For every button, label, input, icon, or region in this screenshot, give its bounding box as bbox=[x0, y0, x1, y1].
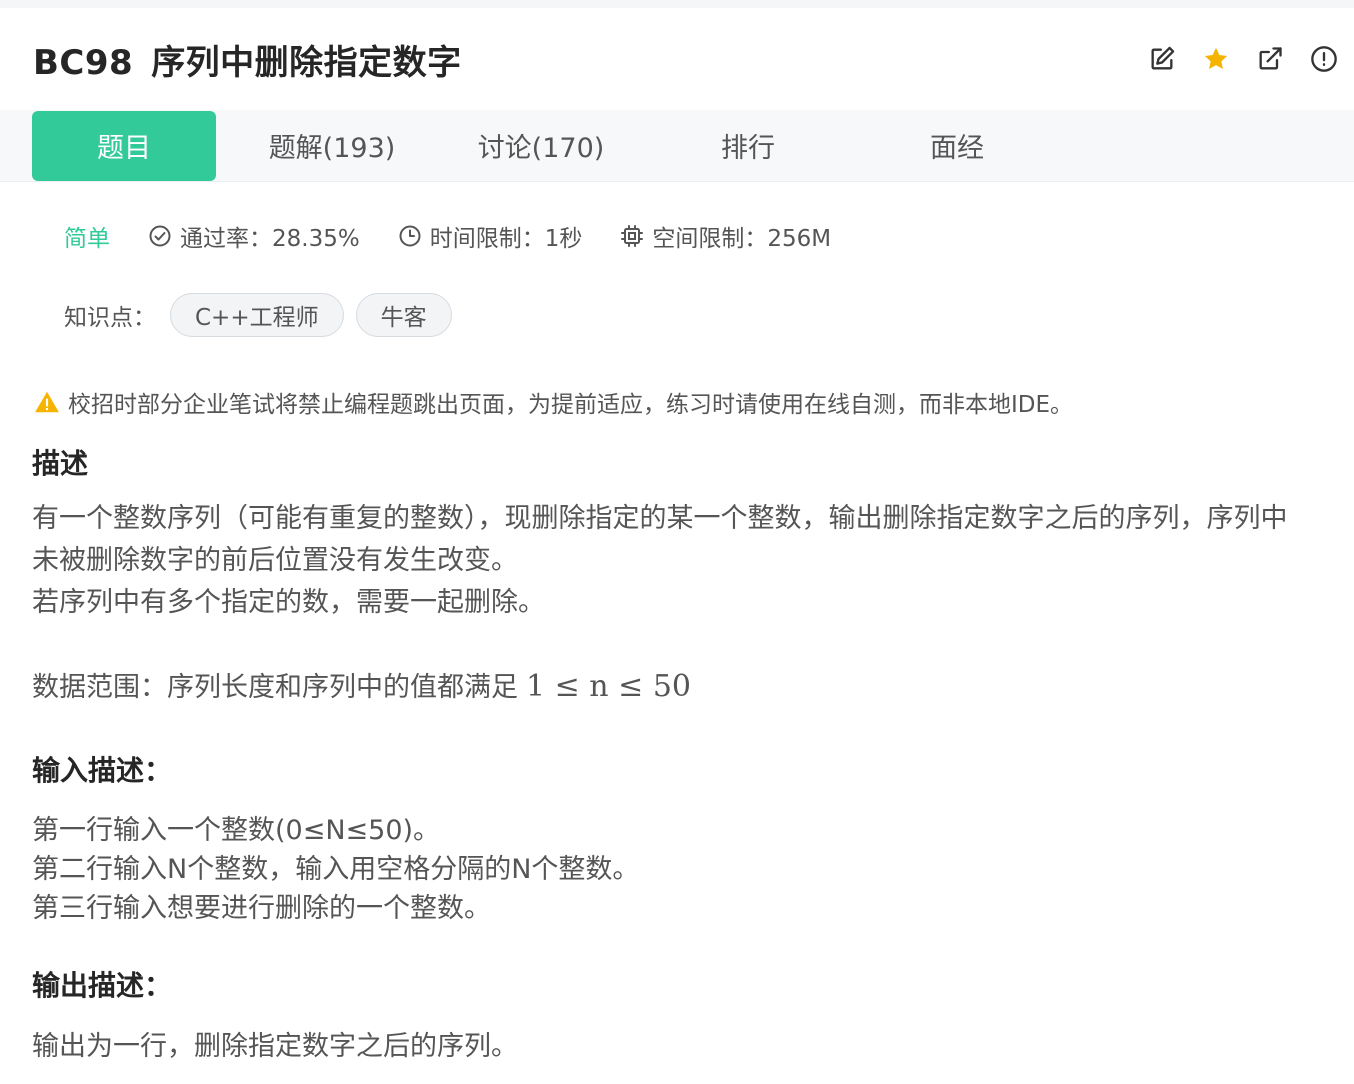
tab-ranking[interactable]: 排行 bbox=[634, 111, 862, 181]
output-title: 输出描述： bbox=[32, 969, 173, 1002]
tab-solutions[interactable]: 题解(193) bbox=[216, 111, 448, 181]
description-body: 有一个整数序列（可能有重复的整数），现删除指定的某一个整数，输出删除指定数字之后… bbox=[32, 498, 1354, 624]
warning-icon bbox=[35, 391, 59, 413]
header-actions bbox=[1146, 43, 1340, 75]
tab-interview[interactable]: 面经 bbox=[862, 111, 1052, 181]
share-icon[interactable] bbox=[1254, 43, 1286, 75]
output-line: 输出为一行，删除指定数字之后的序列。 bbox=[32, 1031, 518, 1062]
notice-text: 校招时部分企业笔试将禁止编程题跳出页面，为提前适应，练习时请使用在线自测，而非本… bbox=[68, 392, 1074, 418]
problem-header: BC98 序列中删除指定数字 bbox=[0, 8, 1354, 110]
tag-cpp-engineer[interactable]: C++工程师 bbox=[170, 293, 344, 337]
tab-problem[interactable]: 题目 bbox=[32, 110, 216, 181]
knowledge-points: 知识点： C++工程师 牛客 bbox=[0, 290, 1354, 340]
output-body: 输出为一行，删除指定数字之后的序列。 bbox=[32, 1026, 1354, 1068]
top-strip bbox=[0, 0, 1354, 8]
input-line: 第一行输入一个整数(0≤N≤50)。 bbox=[32, 815, 441, 846]
notice-banner: 校招时部分企业笔试将禁止编程题跳出页面，为提前适应，练习时请使用在线自测，而非本… bbox=[0, 382, 1354, 422]
problem-code: BC98 bbox=[33, 42, 134, 83]
input-line: 第二行输入N个整数，输入用空格分隔的N个整数。 bbox=[32, 854, 640, 885]
edit-icon[interactable] bbox=[1146, 43, 1178, 75]
time-limit-text: 时间限制：1秒 bbox=[429, 226, 583, 252]
clock-icon bbox=[399, 225, 421, 247]
problem-tabs: 题目 题解(193) 讨论(170) 排行 面经 bbox=[0, 110, 1354, 182]
knowledge-label: 知识点： bbox=[64, 305, 156, 331]
input-title: 输入描述： bbox=[32, 754, 173, 787]
space-limit-text: 空间限制：256M bbox=[652, 226, 832, 252]
tab-discussion[interactable]: 讨论(170) bbox=[448, 111, 634, 181]
description-title: 描述 bbox=[32, 447, 89, 480]
data-range-text: 数据范围：序列长度和序列中的值都满足 bbox=[32, 672, 518, 703]
data-range: 数据范围：序列长度和序列中的值都满足 1 ≤ n ≤ 50 bbox=[32, 666, 1354, 709]
input-line: 第三行输入想要进行删除的一个整数。 bbox=[32, 893, 491, 924]
check-circle-icon bbox=[149, 225, 171, 247]
time-limit: 时间限制：1秒 bbox=[398, 219, 583, 253]
problem-name: 序列中删除指定数字 bbox=[151, 42, 462, 83]
description-line: 若序列中有多个指定的数，需要一起删除。 bbox=[32, 587, 545, 618]
input-body: 第一行输入一个整数(0≤N≤50)。 第二行输入N个整数，输入用空格分隔的N个整… bbox=[32, 811, 1354, 928]
problem-meta: 简单 通过率：28.35% 时间限制：1秒 空间限制：256M bbox=[0, 182, 1354, 290]
page-title: BC98 序列中删除指定数字 bbox=[33, 35, 462, 84]
description-line: 有一个整数序列（可能有重复的整数），现删除指定的某一个整数，输出删除指定数字之后… bbox=[32, 503, 1288, 534]
problem-content: 描述 有一个整数序列（可能有重复的整数），现删除指定的某一个整数，输出删除指定数… bbox=[0, 442, 1354, 1068]
space-limit: 空间限制：256M bbox=[620, 219, 831, 253]
difficulty-badge: 简单 bbox=[64, 226, 110, 252]
pass-rate: 通过率：28.35% bbox=[148, 219, 360, 253]
data-range-math: 1 ≤ n ≤ 50 bbox=[526, 669, 691, 704]
chip-icon bbox=[621, 225, 644, 247]
report-icon[interactable] bbox=[1308, 43, 1340, 75]
star-icon[interactable] bbox=[1200, 43, 1232, 75]
pass-rate-text: 通过率：28.35% bbox=[180, 226, 360, 252]
tag-nowcoder[interactable]: 牛客 bbox=[355, 293, 452, 337]
description-line: 未被删除数字的前后位置没有发生改变。 bbox=[32, 545, 518, 576]
